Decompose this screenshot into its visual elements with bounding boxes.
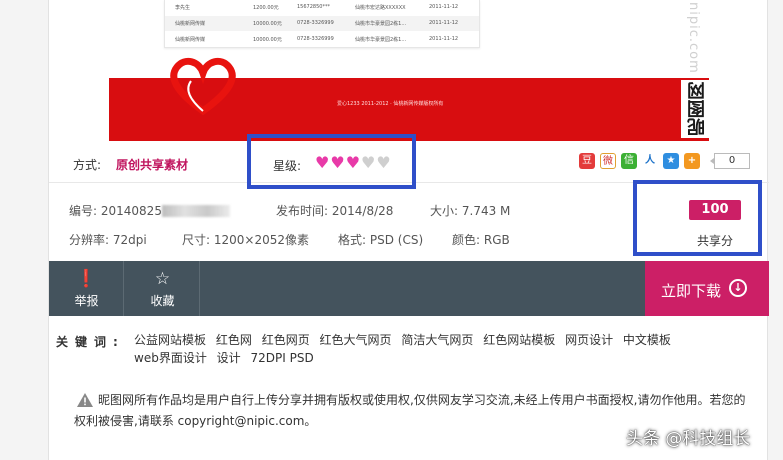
format-value: PSD (CS)	[369, 233, 424, 247]
dimension-label: 尺寸:	[182, 233, 211, 247]
source-credit: 头条 @科技组长	[626, 429, 751, 449]
page: 李先生 1200.00元 15672850*** 仙桃市宏达路XXXXXX 20…	[0, 0, 783, 460]
color-field: 颜色: RGB	[452, 231, 510, 248]
watermark-dark-box: 昵图网	[681, 80, 709, 138]
doc-cell: 0728-3326999	[297, 20, 334, 26]
watermark-light: nipic.com	[686, 2, 701, 74]
action-bar: ❗ 举报 ☆ 收藏 立即下载 ↓	[49, 261, 769, 316]
id-field: 编号: 20140825	[69, 202, 230, 219]
doc-cell: 仙桃新网传媒	[175, 21, 206, 27]
doc-cell: 仙桃市华豪景园2栋1...	[355, 21, 407, 27]
banner-caption: 爱心1233 2011-2012 · 仙桃新网传媒版权所有	[337, 101, 444, 107]
doc-cell: 李先生	[175, 5, 191, 11]
more-share-icon[interactable]: +	[684, 153, 700, 169]
id-value: 20140825	[100, 204, 162, 218]
dimension-value: 1200×2052像素	[213, 233, 310, 247]
keyword-link[interactable]: 网页设计	[565, 333, 613, 347]
doc-cell: 2011-11-12	[429, 36, 459, 42]
id-redacted	[161, 205, 230, 217]
doc-cell: 15672850***	[297, 4, 330, 10]
keyword-link[interactable]: 红色大气网页	[320, 333, 392, 347]
doc-cell: 10000.00元	[253, 21, 282, 27]
preview-document: 李先生 1200.00元 15672850*** 仙桃市宏达路XXXXXX 20…	[164, 0, 480, 48]
size-label: 大小:	[430, 204, 459, 218]
share-icons: 豆 微 信 人 ★ +	[579, 153, 700, 169]
keyword-link[interactable]: 红色网	[216, 333, 252, 347]
report-label: 举报	[74, 294, 99, 308]
doc-row-0: 李先生 1200.00元 15672850*** 仙桃市宏达路XXXXXX 20…	[165, 0, 479, 15]
download-arrow-icon: ↓	[729, 279, 747, 297]
keyword-link[interactable]: 设计	[217, 351, 241, 365]
dimension-field: 尺寸: 1200×2052像素	[182, 231, 309, 248]
format-label: 格式:	[338, 233, 367, 247]
douban-share-icon[interactable]: 豆	[579, 153, 595, 169]
keywords-label: 关键词:	[56, 335, 125, 349]
color-value: RGB	[483, 233, 510, 247]
method-value[interactable]: 原创共享素材	[116, 156, 188, 173]
size-value: 7.743 M	[461, 204, 511, 218]
keyword-link[interactable]: 红色网页	[262, 333, 310, 347]
doc-cell: 2011-11-12	[429, 4, 459, 10]
score-highlight-box	[633, 180, 762, 256]
doc-cell: 1200.00元	[253, 5, 279, 11]
qzone-share-icon[interactable]: ★	[663, 153, 679, 169]
download-button[interactable]: 立即下载 ↓	[645, 261, 769, 316]
renren-share-icon[interactable]: 人	[642, 153, 658, 169]
report-button[interactable]: ❗ 举报	[49, 261, 124, 316]
keyword-link[interactable]: 公益网站模板	[134, 333, 206, 347]
resolution-value: 72dpi	[112, 233, 147, 247]
keyword-link[interactable]: 简洁大气网页	[401, 333, 473, 347]
download-label: 立即下载	[661, 282, 722, 300]
publish-field: 发布时间: 2014/8/28	[276, 202, 393, 219]
doc-row-2: 仙桃新网传媒 10000.00元 0728-3326999 仙桃市华豪景园2栋1…	[165, 32, 479, 47]
doc-cell: 10000.00元	[253, 37, 282, 43]
favorite-label: 收藏	[150, 294, 175, 308]
publish-label: 发布时间:	[276, 204, 329, 218]
doc-cell: 仙桃市华豪景园2栋1...	[355, 37, 407, 43]
size-field: 大小: 7.743 M	[430, 202, 510, 219]
preview-image[interactable]: 李先生 1200.00元 15672850*** 仙桃市宏达路XXXXXX 20…	[109, 0, 709, 142]
keyword-link[interactable]: 72DPI PSD	[251, 351, 314, 365]
exclamation-icon: ❗	[75, 269, 98, 289]
doc-cell: 仙桃新网传媒	[175, 37, 206, 43]
keyword-link[interactable]: web界面设计	[134, 351, 207, 365]
share-count: 0	[710, 153, 750, 169]
color-label: 颜色:	[452, 233, 481, 247]
id-label: 编号:	[69, 204, 98, 218]
weibo-share-icon[interactable]: 微	[600, 153, 616, 169]
doc-cell: 0728-3326999	[297, 36, 334, 42]
watermark-dark: 昵图网	[687, 82, 708, 136]
heart-logo-icon	[170, 57, 236, 115]
format-field: 格式: PSD (CS)	[338, 231, 423, 248]
favorite-button[interactable]: ☆ 收藏	[125, 261, 200, 316]
resolution-field: 分辨率: 72dpi	[69, 231, 147, 248]
keyword-link[interactable]: 中文模板	[623, 333, 671, 347]
wechat-share-icon[interactable]: 信	[621, 153, 637, 169]
keyword-link[interactable]: 红色网站模板	[483, 333, 555, 347]
resolution-label: 分辨率:	[69, 233, 110, 247]
star-outline-icon: ☆	[154, 269, 171, 289]
doc-cell: 2011-11-12	[429, 20, 459, 26]
keywords-list: 公益网站模板 红色网 红色网页 红色大气网页 简洁大气网页 红色网站模板 网页设…	[134, 331, 754, 367]
rating-highlight-box	[247, 134, 416, 189]
doc-cell: 仙桃市宏达路XXXXXX	[355, 5, 406, 11]
method-label: 方式:	[73, 158, 102, 172]
nipic-watermark: nipic.com 昵图网	[681, 0, 709, 142]
publish-value: 2014/8/28	[331, 204, 394, 218]
doc-row-1: 仙桃新网传媒 10000.00元 0728-3326999 仙桃市华豪景园2栋1…	[165, 16, 479, 31]
